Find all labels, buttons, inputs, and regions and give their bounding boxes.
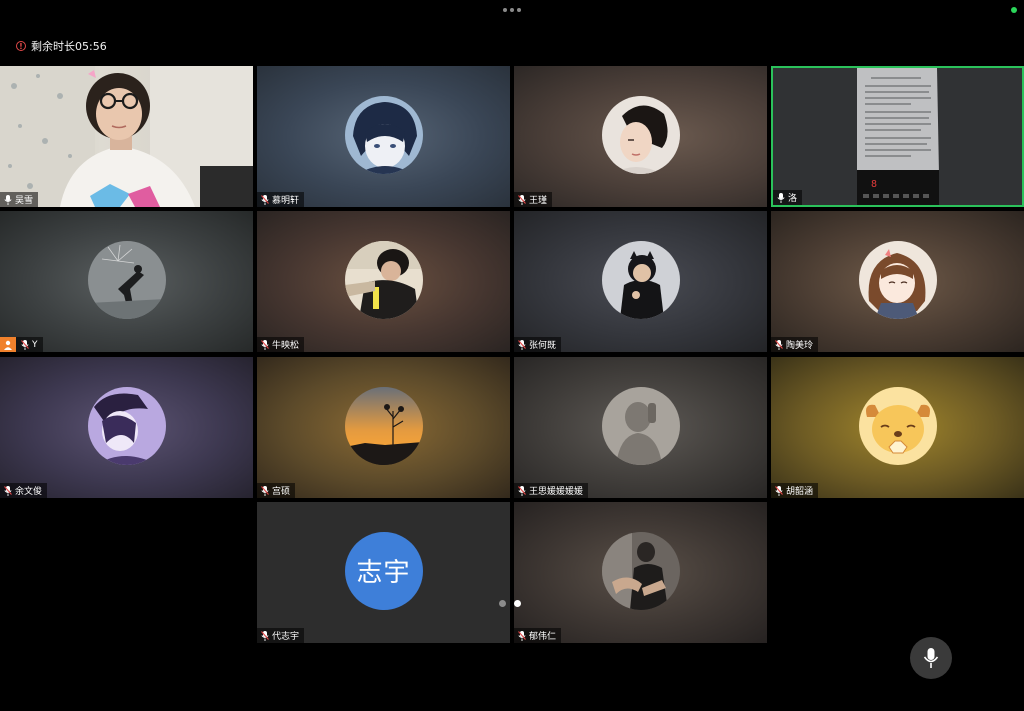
participant-tile[interactable]: 慕明轩: [257, 66, 510, 207]
participant-name-tag: 张何既: [514, 337, 562, 352]
participant-tile-active-speaker[interactable]: 8 洛: [771, 66, 1024, 207]
participant-avatar: [344, 386, 423, 465]
participant-name-tag: 牛映松: [257, 337, 305, 352]
participant-name-tag: 慕明轩: [257, 192, 305, 207]
participant-video: [0, 66, 253, 207]
participant-tile[interactable]: 陶美玲: [771, 211, 1024, 352]
mic-on-icon: [4, 194, 12, 205]
participant-name: 王瑾: [529, 196, 548, 206]
mic-muted-icon: [775, 485, 783, 496]
page-indicator[interactable]: [499, 600, 521, 607]
participant-name-tag: 胡韶涵: [771, 483, 819, 498]
participant-text-avatar: 志宇: [344, 531, 423, 610]
host-badge: [0, 337, 16, 352]
alert-icon: !: [16, 41, 26, 51]
more-options-handle[interactable]: [503, 8, 521, 12]
participant-tile[interactable]: 志宇 代志宇: [257, 502, 510, 643]
mic-muted-icon: [4, 485, 12, 496]
participant-name-tag: 余文俊: [0, 483, 48, 498]
mic-muted-icon: [261, 194, 269, 205]
participant-name-tag: 陶美玲: [771, 337, 819, 352]
participant-avatar: [87, 240, 166, 319]
participant-name: 慕明轩: [272, 196, 300, 206]
mic-muted-icon: [775, 339, 783, 350]
participant-name: 陶美玲: [786, 341, 814, 351]
participant-name-tag: 代志宇: [257, 628, 305, 643]
participant-name: 郁伟仁: [529, 632, 557, 642]
participant-name: 胡韶涵: [786, 487, 814, 497]
participant-name: 王思媛媛媛媛: [529, 487, 584, 497]
participant-name-tag: 王瑾: [514, 192, 553, 207]
mic-muted-icon: [518, 194, 526, 205]
person-icon: [4, 340, 12, 350]
participant-name-tag: 郁伟仁: [514, 628, 562, 643]
participant-name-tag: 宫硕: [257, 483, 296, 498]
video-meeting-screen: ! 剩余时长05:56 吴雪 慕明轩 王瑾 8 洛 Y 牛映松 张何既 陶美玲 …: [0, 0, 1024, 711]
microphone-icon: [923, 648, 939, 668]
participant-tile[interactable]: 王瑾: [514, 66, 767, 207]
page-dot-1[interactable]: [499, 600, 506, 607]
participant-name: 吴雪: [15, 196, 34, 206]
participant-tile[interactable]: 宫硕: [257, 357, 510, 498]
participant-tile[interactable]: Y: [0, 211, 253, 352]
participant-name: Y: [32, 339, 38, 350]
participant-tile[interactable]: 胡韶涵: [771, 357, 1024, 498]
mic-muted-icon: [518, 485, 526, 496]
participant-name: 张何既: [529, 341, 557, 351]
mic-muted-icon: [518, 339, 526, 350]
participant-tile[interactable]: 吴雪: [0, 66, 253, 207]
participant-avatar: [87, 386, 166, 465]
remaining-time-label: 剩余时长05:56: [31, 40, 107, 53]
participant-avatar: [601, 386, 680, 465]
participant-avatar: [344, 240, 423, 319]
mic-muted-icon: [261, 485, 269, 496]
mic-muted-icon: [21, 339, 29, 350]
participant-avatar: [858, 240, 937, 319]
connection-status-indicator: [1011, 7, 1017, 13]
participant-tile[interactable]: 牛映松: [257, 211, 510, 352]
participant-name: 代志宇: [272, 632, 300, 642]
participant-name: 牛映松: [272, 341, 300, 351]
mic-muted-icon: [261, 339, 269, 350]
participant-name: 余文俊: [15, 487, 43, 497]
remaining-time: ! 剩余时长05:56: [16, 38, 107, 54]
participant-avatar: [344, 95, 423, 174]
participant-avatar: [601, 95, 680, 174]
participant-tile[interactable]: 王思媛媛媛媛: [514, 357, 767, 498]
mic-muted-icon: [261, 630, 269, 641]
participant-avatar: [601, 531, 680, 610]
participant-tile[interactable]: 余文俊: [0, 357, 253, 498]
participant-avatar: [858, 386, 937, 465]
participant-tile[interactable]: 张何既: [514, 211, 767, 352]
mic-on-icon: [777, 192, 785, 203]
mic-muted-icon: [518, 630, 526, 641]
participant-video: 8: [771, 66, 1024, 207]
participant-avatar: [601, 240, 680, 319]
participant-tile[interactable]: 郁伟仁: [514, 502, 767, 643]
participant-name: 洛: [788, 194, 798, 204]
participant-name-tag: 王思媛媛媛媛: [514, 483, 589, 498]
participant-name-tag: Y: [0, 337, 43, 352]
participant-name-tag: 吴雪: [0, 192, 39, 207]
participant-name-tag: 洛: [773, 190, 803, 205]
svg-text:8: 8: [871, 179, 877, 190]
page-dot-2[interactable]: [514, 600, 521, 607]
participant-name: 宫硕: [272, 487, 291, 497]
microphone-button[interactable]: [910, 637, 952, 679]
